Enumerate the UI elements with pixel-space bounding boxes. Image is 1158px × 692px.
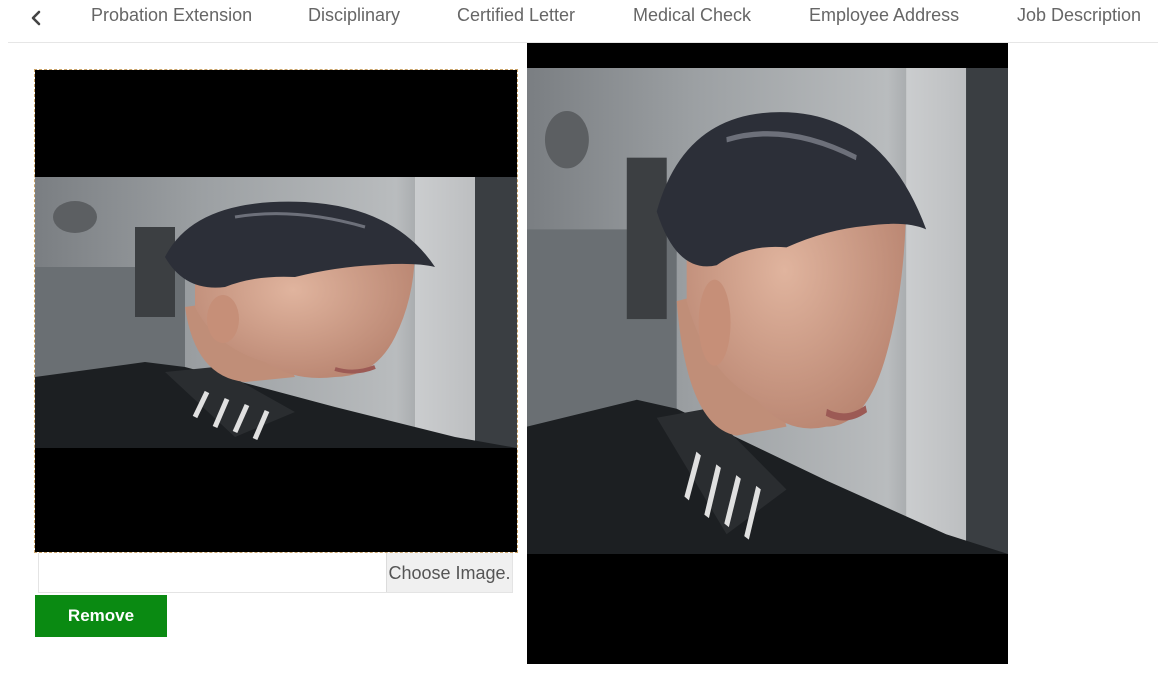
tab-certified-letter[interactable]: Certified Letter [457,4,575,26]
file-name-field[interactable] [39,553,387,592]
tab-probation-extension[interactable]: Probation Extension [91,4,252,26]
tab-employee-address[interactable]: Employee Address [809,4,959,26]
image-cropper[interactable] [34,69,518,553]
image-file-input[interactable]: Choose Image. [38,553,513,593]
image-preview [527,43,1008,664]
preview-photo [527,68,1008,554]
tab-job-description[interactable]: Job Description [1017,4,1141,26]
cropper-photo [35,177,517,448]
chevron-left-icon[interactable] [28,10,44,26]
tab-bar: Probation Extension Disciplinary Certifi… [8,0,1158,43]
tab-medical-check[interactable]: Medical Check [633,4,751,26]
remove-button[interactable]: Remove [35,595,167,637]
tab-disciplinary[interactable]: Disciplinary [308,4,400,26]
choose-image-button[interactable]: Choose Image. [386,553,512,592]
